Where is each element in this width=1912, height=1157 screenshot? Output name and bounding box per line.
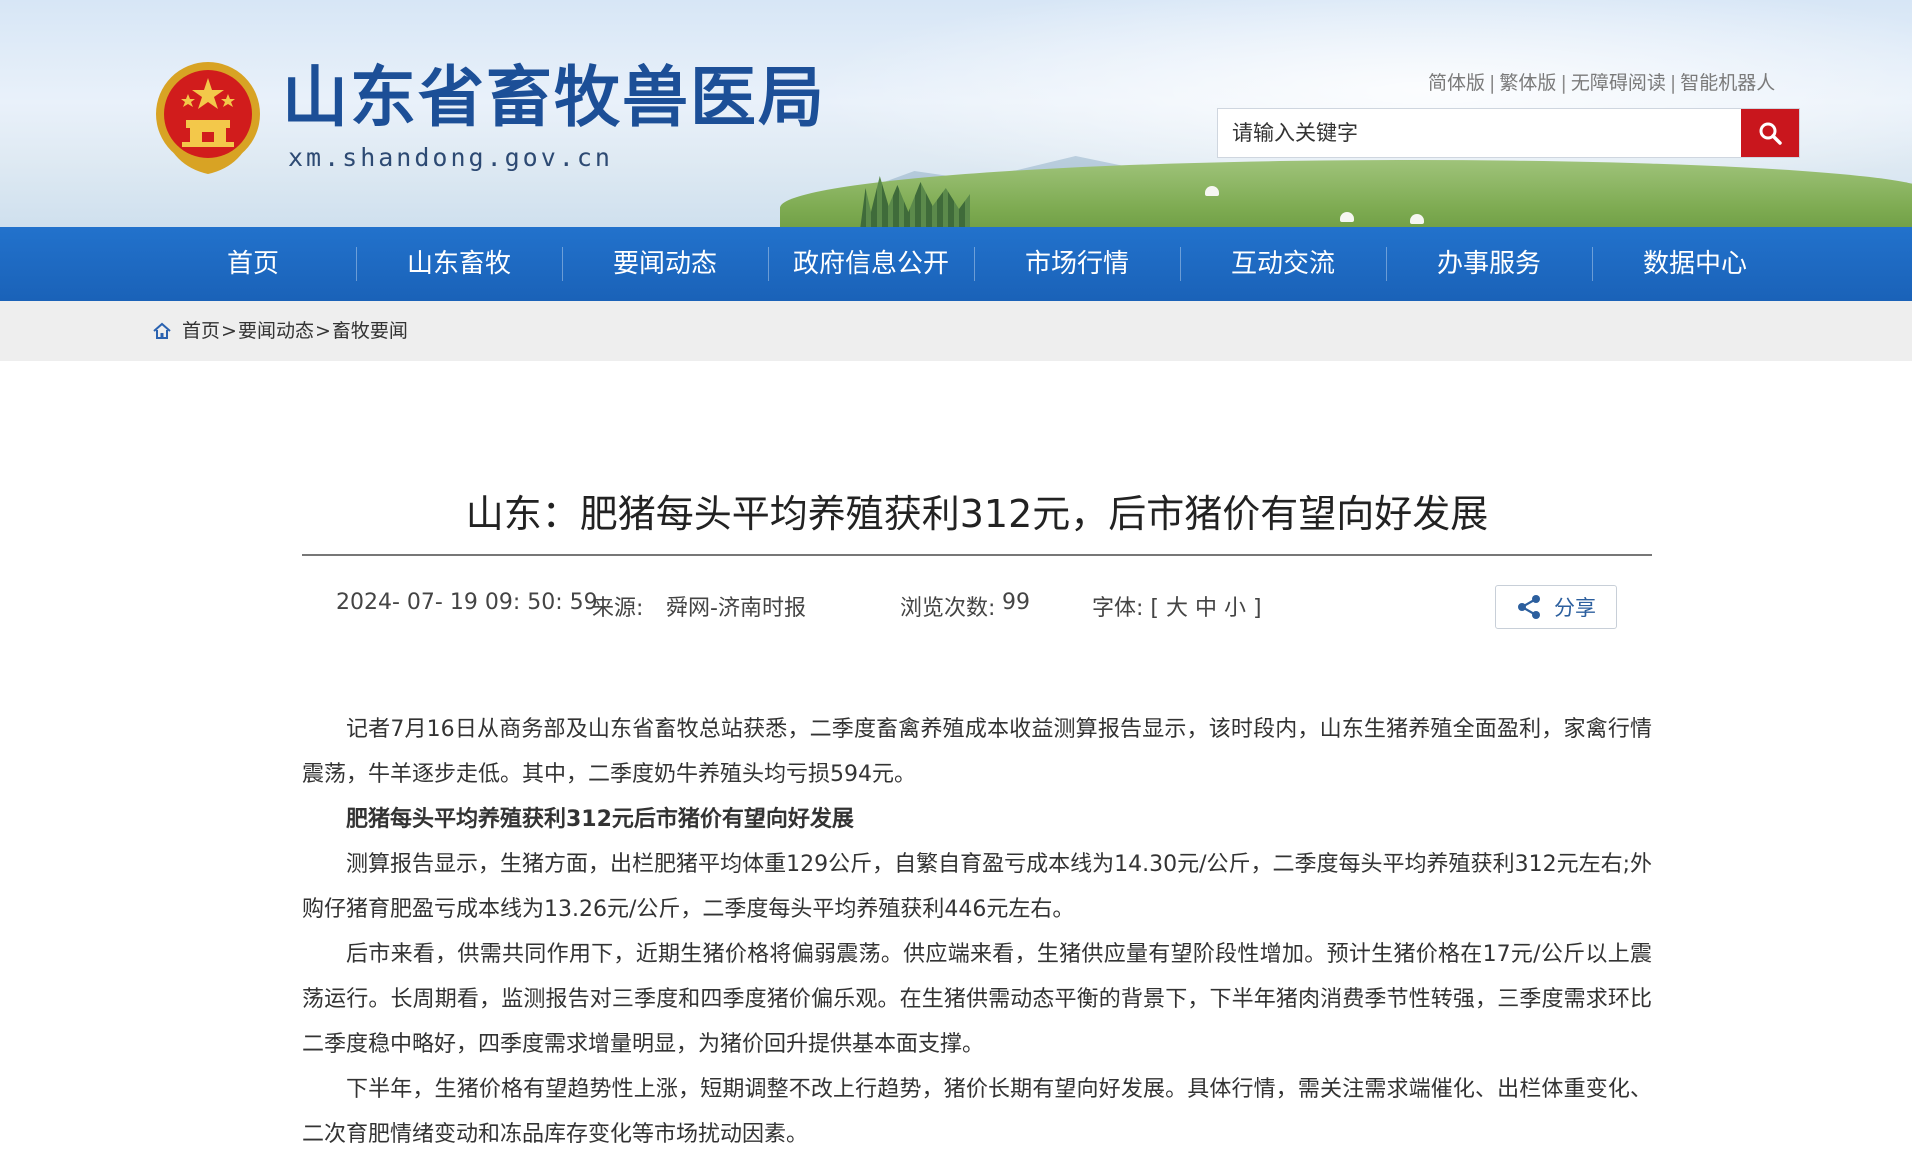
search-button[interactable]	[1741, 109, 1799, 157]
home-icon	[152, 322, 172, 340]
article-paragraph: 记者7月16日从商务部及山东省畜牧总站获悉，二季度畜禽养殖成本收益测算报告显示，…	[302, 717, 1652, 787]
yurt-icon	[1340, 212, 1354, 222]
share-label: 分享	[1554, 596, 1596, 620]
views-label: 浏览次数:	[900, 596, 996, 621]
article-paragraph: 测算报告显示，生猪方面，出栏肥猪平均体重129公斤，自繁自育盈亏成本线为14.3…	[302, 852, 1652, 922]
article-subheading: 肥猪每头平均养殖获利312元后市猪价有望向好发展	[346, 807, 854, 832]
nav-item-interaction[interactable]: 互动交流	[1180, 227, 1386, 301]
national-emblem-icon	[152, 58, 264, 178]
breadcrumb-news[interactable]: 要闻动态	[238, 299, 314, 363]
article-paragraph: 下半年，生猪价格有望趋势性上涨，短期调整不改上行趋势，猪价长期有望向好发展。具体…	[302, 1077, 1652, 1147]
nav-item-gov-info[interactable]: 政府信息公开	[768, 227, 974, 301]
article-body: 记者7月16日从商务部及山东省畜牧总站获悉，二季度畜禽养殖成本收益测算报告显示，…	[302, 707, 1652, 1157]
breadcrumb-livestock-news[interactable]: 畜牧要闻	[332, 299, 408, 363]
site-title: 山东省畜牧兽医局	[282, 58, 826, 136]
nav-item-home[interactable]: 首页	[150, 227, 356, 301]
link-simplified[interactable]: 简体版	[1428, 72, 1485, 94]
nav-item-market[interactable]: 市场行情	[974, 227, 1180, 301]
yurt-icon	[1205, 186, 1219, 196]
nav-item-services[interactable]: 办事服务	[1386, 227, 1592, 301]
link-robot[interactable]: 智能机器人	[1680, 72, 1775, 94]
link-accessibility[interactable]: 无障碍阅读	[1571, 72, 1666, 94]
yurt-icon	[1410, 214, 1424, 224]
nav-item-news[interactable]: 要闻动态	[562, 227, 768, 301]
article: 山东：肥猪每头平均养殖获利312元，后市猪价有望向好发展 2024- 07- 1…	[302, 480, 1652, 1147]
share-button[interactable]: 分享	[1495, 585, 1617, 629]
article-source: 舜网-济南时报	[666, 596, 806, 621]
site-url: xm.shandong.gov.cn	[288, 143, 613, 172]
article-title: 山东：肥猪每头平均养殖获利312元，后市猪价有望向好发展	[302, 480, 1652, 556]
views-count: 99	[1002, 590, 1030, 615]
link-traditional[interactable]: 繁体版	[1499, 72, 1556, 94]
breadcrumb-home[interactable]: 首页	[182, 299, 220, 363]
main-nav: 首页 山东畜牧 要闻动态 政府信息公开 市场行情 互动交流 办事服务 数据中心	[0, 227, 1912, 301]
nav-item-data-center[interactable]: 数据中心	[1592, 227, 1798, 301]
share-icon	[1516, 594, 1542, 620]
search-box	[1217, 108, 1800, 158]
font-size-control[interactable]: 字体: [ 大 中 小 ]	[1092, 590, 1262, 622]
article-paragraph: 后市来看，供需共同作用下，近期生猪价格将偏弱震荡。供应端来看，生猪供应量有望阶段…	[302, 942, 1652, 1057]
top-links: 简体版 | 繁体版 | 无障碍阅读 | 智能机器人	[1428, 72, 1776, 94]
magnifier-icon	[1758, 121, 1782, 145]
source-label: 来源:	[592, 596, 644, 621]
article-date: 2024- 07- 19 09: 50: 59	[336, 590, 598, 615]
breadcrumb: 首页 > 要闻动态 > 畜牧要闻	[152, 301, 408, 361]
site-header: 山东省畜牧兽医局 xm.shandong.gov.cn 简体版 | 繁体版 | 无障碍阅…	[0, 0, 1912, 227]
search-input[interactable]	[1218, 109, 1766, 157]
nav-item-shandong-livestock[interactable]: 山东畜牧	[356, 227, 562, 301]
breadcrumb-bar: 首页 > 要闻动态 > 畜牧要闻	[0, 301, 1912, 361]
article-meta: 2024- 07- 19 09: 50: 59 来源: 舜网-济南时报 浏览次数…	[302, 556, 1652, 646]
